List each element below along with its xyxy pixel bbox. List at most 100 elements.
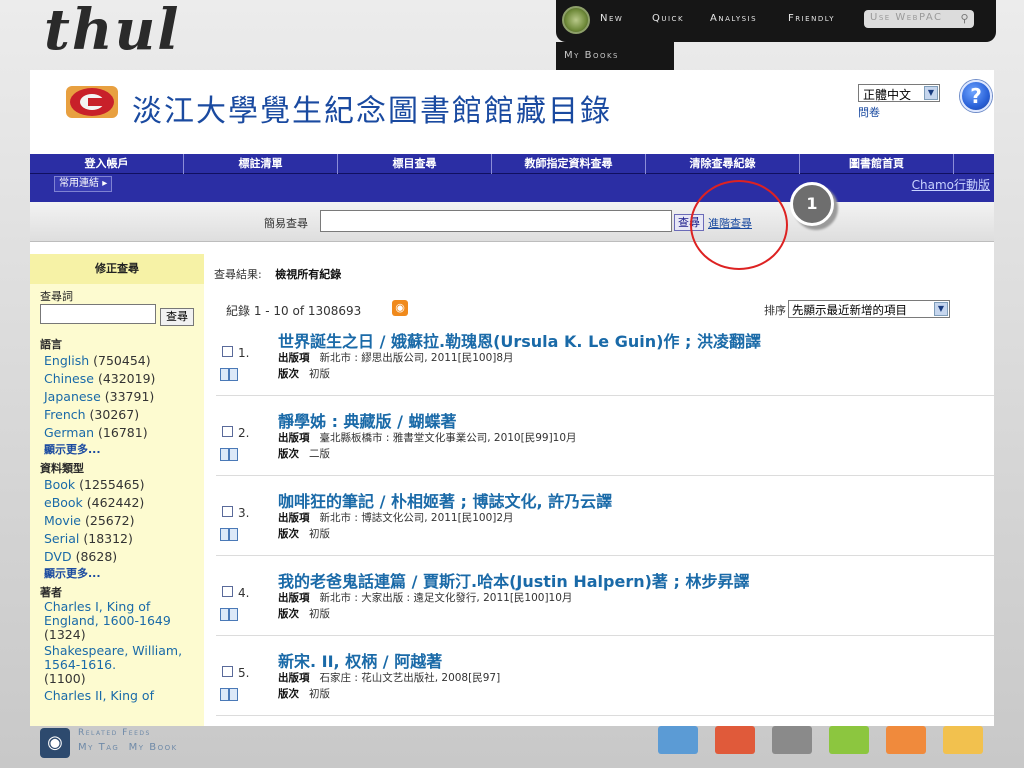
slide-footer: ◉ Related Feeds My Tag My Book: [40, 726, 1000, 762]
record-publisher: 出版項 臺北縣板橋市 : 雅書堂文化事業公司, 2010[民99]10月: [278, 432, 577, 444]
catalog-header: 淡江大學覺生紀念圖書館館藏目錄 正體中文 ▼ 問卷 ?: [30, 70, 994, 154]
record-checkbox[interactable]: [222, 586, 233, 597]
nav-friendly[interactable]: Friendly: [788, 13, 835, 24]
facet-heading-author: 著者: [40, 586, 62, 599]
facet-item[interactable]: German (16781): [44, 424, 204, 442]
record-checkbox[interactable]: [222, 426, 233, 437]
facet-item[interactable]: Charles I, King of England, 1600-1649 (13…: [44, 600, 204, 642]
simple-search-input[interactable]: [320, 210, 672, 232]
summary-label: 查尋結果:: [214, 268, 262, 281]
facet-item[interactable]: Serial (18312): [44, 530, 204, 548]
sort-value: 先顯示最近新增的項目: [792, 303, 907, 317]
nav-new[interactable]: New: [600, 13, 623, 24]
facet-item[interactable]: English (750454): [44, 352, 204, 370]
sub-navigation: 常用連結 ▸ Chamo行動版: [30, 174, 994, 202]
nav-marked-list[interactable]: 標註清單: [184, 154, 338, 174]
top-navigation: New Quick Analysis Friendly Use WebPAC ⚲: [556, 0, 996, 42]
facet-item[interactable]: eBook (462442): [44, 494, 204, 512]
rss-feed-icon[interactable]: ◉: [40, 728, 70, 758]
results-panel: 查尋結果: 檢視所有紀錄 紀錄 1 - 10 of 1308693 ◉ 排序 先…: [210, 254, 994, 726]
nav-analysis[interactable]: Analysis: [710, 13, 757, 24]
nav-course-reserves[interactable]: 教師指定資料查尋: [492, 154, 646, 174]
record-edition: 版次 初版: [278, 368, 330, 380]
search-icon[interactable]: ⚲: [960, 12, 970, 25]
facet-item[interactable]: Charles II, King of: [44, 688, 204, 704]
record-title[interactable]: 世界誕生之日 / 娥蘇拉.勒瑰恩(Ursula K. Le Guin)作 ; 洪…: [278, 328, 761, 352]
survey-link[interactable]: 問卷: [858, 104, 880, 120]
record-publisher: 出版項 新北市 : 繆思出版公司, 2011[民100]8月: [278, 352, 514, 364]
record-publisher: 出版項 新北市 : 博誌文化公司, 2011[民100]2月: [278, 512, 514, 524]
nav-quick[interactable]: Quick: [652, 13, 684, 24]
simple-search-label: 簡易查尋: [264, 217, 308, 230]
help-icon[interactable]: ?: [960, 80, 992, 112]
webpac-placeholder: Use WebPAC: [870, 12, 943, 23]
book-icon: [220, 368, 238, 381]
library-logo-icon: [66, 86, 118, 118]
book-icon: [220, 528, 238, 541]
color-swatch: [943, 726, 983, 754]
main-navigation: 登入帳戶 標註清單 標目查尋 教師指定資料查尋 清除查尋紀錄 圖書館首頁: [30, 154, 994, 174]
record-number: 1.: [238, 346, 250, 360]
chevron-right-icon: ▸: [102, 178, 108, 189]
query-label: 查尋詞: [40, 290, 73, 303]
webpac-search-input[interactable]: Use WebPAC ⚲: [864, 10, 974, 28]
facet-item[interactable]: Book (1255465): [44, 476, 204, 494]
chamo-mobile-link[interactable]: Chamo行動版: [912, 176, 990, 193]
facet-item[interactable]: Movie (25672): [44, 512, 204, 530]
record-title[interactable]: 靜學姊 : 典藏版 / 蝴蝶著: [278, 408, 457, 432]
record-counter: 紀錄 1 - 10 of 1308693: [226, 304, 362, 318]
sort-label: 排序: [764, 304, 786, 317]
nav-login[interactable]: 登入帳戶: [30, 154, 184, 174]
facet-list: 語言 English (750454) Chinese (432019) Jap…: [30, 334, 204, 704]
highlight-circle: [690, 180, 788, 270]
catalog-title: 淡江大學覺生紀念圖書館館藏目錄: [132, 94, 612, 129]
rss-icon[interactable]: ◉: [392, 300, 408, 316]
record-title[interactable]: 咖啡狂的筆記 / 朴相姬著 ; 博誌文化, 許乃云譯: [278, 488, 612, 512]
show-more-link[interactable]: 顯示更多...: [44, 442, 204, 458]
chevron-down-icon: ▼: [934, 302, 948, 316]
record-edition: 版次 初版: [278, 528, 330, 540]
nav-heading-search[interactable]: 標目查尋: [338, 154, 492, 174]
record-checkbox[interactable]: [222, 506, 233, 517]
browser-screenshot: 淡江大學覺生紀念圖書館館藏目錄 正體中文 ▼ 問卷 ? 登入帳戶 標註清單 標目…: [30, 70, 994, 726]
color-swatch: [886, 726, 926, 754]
nav-clear-history[interactable]: 清除查尋紀錄: [646, 154, 800, 174]
related-feeds-label[interactable]: Related Feeds: [78, 728, 151, 738]
common-links-menu[interactable]: 常用連結 ▸: [54, 176, 113, 192]
record-checkbox[interactable]: [222, 666, 233, 677]
simple-search-bar: 簡易查尋 查尋 進階查尋: [30, 202, 994, 242]
results-summary: 查尋結果: 檢視所有紀錄: [214, 266, 341, 282]
facet-item[interactable]: DVD (8628): [44, 548, 204, 566]
record-publisher: 出版項 石家庄 : 花山文艺出版社, 2008[民97]: [278, 672, 501, 684]
book-icon: [220, 448, 238, 461]
record-checkbox[interactable]: [222, 346, 233, 357]
facet-heading-language: 語言: [40, 338, 62, 351]
record-title[interactable]: 我的老爸鬼話連篇 / 賈斯汀.哈本(Justin Halpern)著 ; 林步昇…: [278, 568, 749, 592]
color-swatch: [715, 726, 755, 754]
result-record: 1. 世界誕生之日 / 娥蘇拉.勒瑰恩(Ursula K. Le Guin)作 …: [216, 328, 994, 396]
color-swatch: [829, 726, 869, 754]
record-title[interactable]: 新宋. II, 权柄 / 阿越著: [278, 648, 442, 672]
record-number: 3.: [238, 506, 250, 520]
record-edition: 版次 初版: [278, 608, 330, 620]
common-links-label: 常用連結: [59, 178, 99, 189]
show-more-link[interactable]: 顯示更多...: [44, 566, 204, 582]
step-badge: 1: [790, 182, 834, 226]
sort-select[interactable]: 先顯示最近新增的項目 ▼: [788, 300, 950, 318]
tab-my-books[interactable]: My Books: [556, 42, 674, 70]
my-tag-my-book-label[interactable]: My Tag My Book: [78, 742, 178, 753]
facet-item[interactable]: Japanese (33791): [44, 388, 204, 406]
record-edition: 版次 初版: [278, 688, 330, 700]
refine-search-button[interactable]: 查尋: [160, 308, 194, 326]
record-publisher: 出版項 新北市 : 大家出版 : 遠足文化發行, 2011[民100]10月: [278, 592, 573, 604]
facet-item[interactable]: French (30267): [44, 406, 204, 424]
result-record: 3. 咖啡狂的筆記 / 朴相姬著 ; 博誌文化, 許乃云譯 出版項 新北市 : 博…: [216, 488, 994, 556]
facet-item[interactable]: Chinese (432019): [44, 370, 204, 388]
refine-sidebar: 修正查尋 查尋詞 查尋 語言 English (750454) Chinese …: [30, 254, 204, 726]
refine-query-input[interactable]: [40, 304, 156, 324]
chevron-down-icon: ▼: [924, 86, 938, 100]
language-select[interactable]: 正體中文 ▼: [858, 84, 940, 102]
facet-heading-format: 資料類型: [40, 462, 84, 475]
facet-item[interactable]: Shakespeare, William, 1564-1616. (1100): [44, 644, 204, 686]
nav-library-home[interactable]: 圖書館首頁: [800, 154, 954, 174]
